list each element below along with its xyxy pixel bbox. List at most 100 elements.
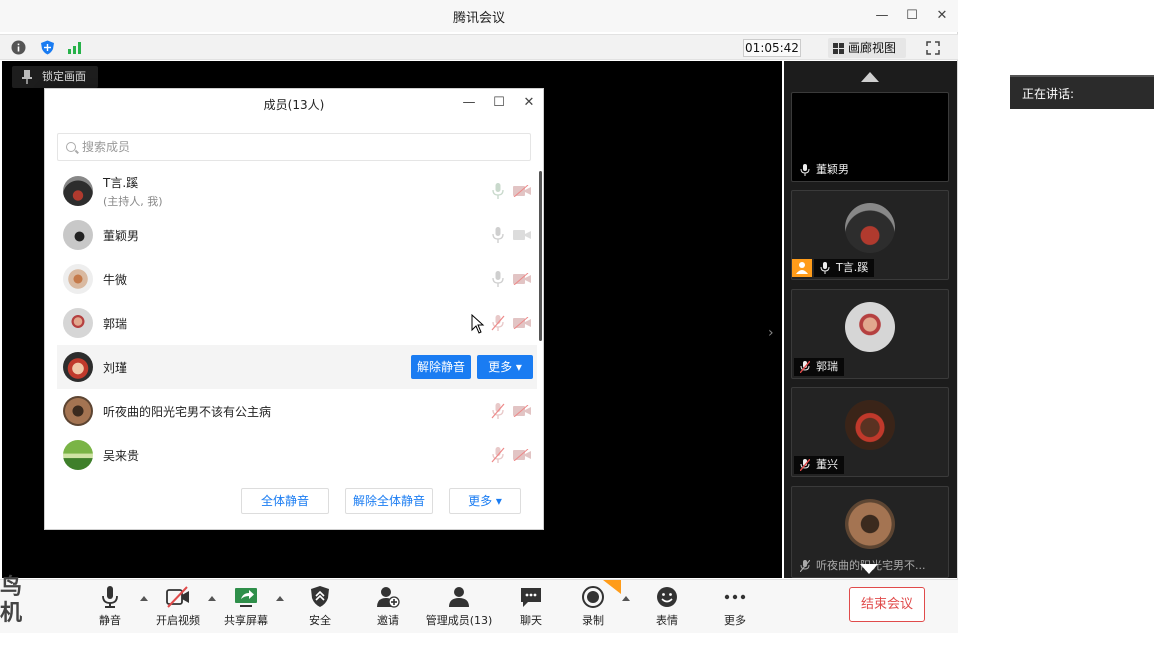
- camera-off-icon[interactable]: [513, 185, 531, 197]
- tile-namebar: 郭瑞: [794, 358, 844, 376]
- watermark-line-2: 机: [0, 601, 23, 626]
- mute-all-button[interactable]: 全体静音: [241, 488, 329, 514]
- mic-muted-icon[interactable]: [491, 403, 505, 419]
- mic-icon: [800, 164, 810, 176]
- avatar: [63, 308, 93, 338]
- footer-more-button[interactable]: 更多 ▾: [449, 488, 521, 514]
- mic-icon: [820, 262, 830, 274]
- members-dialog: 成员(13人) — ☐ ✕ 搜索成员 T言.蹊 (主持人, 我) 董颖男 牛微: [44, 88, 544, 530]
- camera-off-icon[interactable]: [513, 317, 531, 329]
- mic-icon[interactable]: [491, 271, 505, 287]
- member-name: 刘瑾: [103, 361, 128, 375]
- watermark-line-1: 鸟: [0, 575, 23, 600]
- record-icon: [582, 586, 604, 608]
- bottom-toolbar: 静音 开启视频 共享屏幕 安全 邀请 管理成员(13) 聊天 录制 表情 更多: [0, 579, 958, 633]
- shield-icon[interactable]: [40, 40, 55, 55]
- fullscreen-icon[interactable]: [926, 41, 940, 55]
- signal-icon[interactable]: [67, 40, 82, 55]
- member-row[interactable]: 郭瑞: [57, 301, 537, 345]
- gallery-tile[interactable]: 董颖男: [791, 92, 949, 182]
- grid-icon: [833, 43, 844, 54]
- record-options-caret[interactable]: [622, 596, 630, 601]
- manage-members-button[interactable]: 管理成员(13): [420, 580, 498, 634]
- member-list-scrollbar[interactable]: [539, 171, 542, 341]
- member-row[interactable]: 吴来贵: [57, 433, 537, 477]
- unmute-member-button[interactable]: 解除静音: [411, 355, 471, 379]
- info-bar: 01:05:42 画廊视图: [0, 34, 958, 60]
- gallery-tile[interactable]: T言.蹊: [791, 190, 949, 280]
- tile-name: T言.蹊: [836, 261, 869, 274]
- search-placeholder: 搜索成员: [82, 140, 131, 154]
- security-label: 安全: [309, 614, 331, 627]
- dialog-maximize-button[interactable]: ☐: [489, 93, 509, 113]
- unmute-all-button[interactable]: 解除全体静音: [345, 488, 433, 514]
- gallery-view-button[interactable]: 画廊视图: [828, 38, 906, 58]
- info-icon[interactable]: [11, 40, 26, 55]
- member-more-button[interactable]: 更多 ▾: [477, 355, 533, 379]
- member-row[interactable]: 牛微: [57, 257, 537, 301]
- avatar: [63, 352, 93, 382]
- meeting-timer: 01:05:42: [743, 39, 801, 57]
- gallery-tile[interactable]: 郭瑞: [791, 289, 949, 379]
- share-options-caret[interactable]: [276, 596, 284, 601]
- host-icon: [792, 259, 812, 277]
- reactions-button[interactable]: 表情: [645, 580, 689, 634]
- member-row[interactable]: T言.蹊 (主持人, 我): [57, 169, 537, 213]
- record-label: 录制: [582, 614, 604, 627]
- start-video-button[interactable]: 开启视频: [150, 580, 206, 634]
- mic-muted-icon[interactable]: [491, 315, 505, 331]
- start-video-label: 开启视频: [156, 614, 200, 627]
- mic-icon[interactable]: [491, 183, 505, 199]
- gallery-tile[interactable]: 董兴: [791, 387, 949, 477]
- member-role: (主持人, 我): [103, 195, 163, 208]
- maximize-button[interactable]: ☐: [902, 6, 922, 26]
- scroll-down-icon[interactable]: [860, 564, 878, 574]
- video-options-caret[interactable]: [208, 596, 216, 601]
- share-screen-button[interactable]: 共享屏幕: [218, 580, 274, 634]
- tile-name: 董颖男: [816, 163, 849, 176]
- dialog-minimize-button[interactable]: —: [459, 93, 479, 113]
- member-name: 郭瑞: [103, 317, 128, 331]
- mic-icon[interactable]: [491, 227, 505, 243]
- mute-options-caret[interactable]: [140, 596, 148, 601]
- members-icon: [449, 587, 469, 607]
- watermark: 鸟 机: [0, 575, 34, 635]
- camera-off-icon[interactable]: [513, 229, 531, 241]
- tile-namebar: T言.蹊: [814, 259, 875, 277]
- camera-off-icon[interactable]: [513, 449, 531, 461]
- mute-button[interactable]: 静音: [88, 580, 132, 634]
- more-label: 更多: [724, 614, 746, 627]
- close-button[interactable]: ✕: [932, 6, 952, 26]
- mic-muted-icon: [800, 361, 810, 373]
- mouse-cursor-icon: [471, 314, 485, 334]
- member-name: 董颖男: [103, 229, 140, 243]
- lock-view-button[interactable]: 锁定画面: [12, 66, 98, 88]
- chat-label: 聊天: [520, 614, 542, 627]
- camera-off-icon[interactable]: [513, 405, 531, 417]
- invite-button[interactable]: 邀请: [366, 580, 410, 634]
- dialog-close-button[interactable]: ✕: [519, 93, 539, 113]
- chevron-right-icon[interactable]: ›: [768, 325, 774, 341]
- end-meeting-button[interactable]: 结束会议: [849, 587, 925, 622]
- mic-muted-icon[interactable]: [491, 447, 505, 463]
- security-button[interactable]: 安全: [298, 580, 342, 634]
- lock-view-label: 锁定画面: [42, 70, 86, 83]
- mute-label: 静音: [99, 614, 121, 627]
- more-button[interactable]: 更多: [713, 580, 757, 634]
- shield-icon: [311, 586, 329, 607]
- speaking-label: 正在讲话:: [1022, 87, 1075, 101]
- scroll-up-icon[interactable]: [861, 72, 879, 82]
- tile-name: 郭瑞: [816, 360, 838, 373]
- member-row[interactable]: 刘瑾 解除静音 更多 ▾: [57, 345, 537, 389]
- camera-off-icon[interactable]: [513, 273, 531, 285]
- member-row[interactable]: 听夜曲的阳光宅男不该有公主病: [57, 389, 537, 433]
- minimize-button[interactable]: —: [872, 6, 892, 26]
- chat-button[interactable]: 聊天: [509, 580, 553, 634]
- avatar: [845, 400, 895, 450]
- avatar: [63, 220, 93, 250]
- member-search-input[interactable]: 搜索成员: [57, 133, 531, 161]
- member-row[interactable]: 董颖男: [57, 213, 537, 257]
- window-title: 腾讯会议: [452, 11, 505, 26]
- record-button[interactable]: 录制: [571, 580, 615, 634]
- share-screen-label: 共享屏幕: [224, 614, 268, 627]
